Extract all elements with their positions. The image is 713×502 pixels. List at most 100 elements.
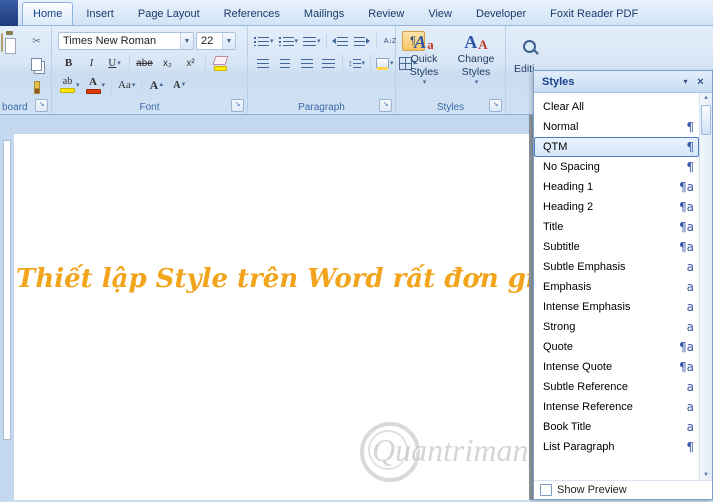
- style-item-normal[interactable]: Normal ¶: [534, 117, 699, 137]
- style-item-no-spacing[interactable]: No Spacing ¶: [534, 157, 699, 177]
- align-right-icon: [300, 58, 313, 68]
- style-item-intense-quote[interactable]: Intense Quote ¶a: [534, 357, 699, 377]
- style-item-label: Subtle Emphasis: [543, 261, 626, 273]
- office-button[interactable]: [0, 0, 18, 26]
- style-item-clear-all[interactable]: Clear All: [534, 97, 699, 117]
- style-type-icon: ¶a: [679, 200, 694, 214]
- tab-insert[interactable]: Insert: [75, 2, 125, 25]
- line-spacing-button[interactable]: ↕ ▾: [346, 54, 367, 72]
- justify-button[interactable]: [318, 54, 339, 72]
- shading-button[interactable]: ▾: [374, 54, 396, 72]
- superscript-button[interactable]: x²: [180, 54, 201, 72]
- underline-button[interactable]: U ▾: [104, 54, 125, 72]
- dropdown-arrow-icon: ▾: [101, 82, 106, 89]
- justify-icon: [322, 58, 335, 68]
- tab-view[interactable]: View: [417, 2, 463, 25]
- paragraph-group: ▾ ▾ ▾ A↓Z ¶ ↕ ▾ ▾ ▾ Paragraph ↘: [248, 26, 425, 114]
- style-item-label: Quote: [543, 341, 573, 353]
- bullet-list-icon: [254, 36, 256, 46]
- strikethrough-button[interactable]: abe: [134, 54, 155, 72]
- style-item-qtm[interactable]: QTM ¶: [534, 137, 699, 157]
- change-styles-label: Change Styles: [457, 53, 495, 79]
- multilevel-list-button[interactable]: ▾: [301, 32, 323, 50]
- font-color-button[interactable]: A ▾: [84, 76, 108, 94]
- text-highlight-button[interactable]: ab ▾: [58, 76, 82, 94]
- scrollbar-thumb[interactable]: [701, 105, 711, 135]
- cut-button[interactable]: ✂: [26, 32, 47, 50]
- style-item-book-title[interactable]: Book Title a: [534, 417, 699, 437]
- style-type-icon: ¶: [686, 440, 694, 454]
- change-case-label: Aa: [118, 79, 131, 91]
- style-item-subtle-reference[interactable]: Subtle Reference a: [534, 377, 699, 397]
- align-left-button[interactable]: [252, 54, 273, 72]
- up-arrow-icon: ▲: [158, 82, 165, 88]
- tab-mailings[interactable]: Mailings: [293, 2, 355, 25]
- format-painter-button[interactable]: [26, 78, 47, 96]
- styles-pane-header[interactable]: Styles ▾ ×: [534, 71, 712, 93]
- style-item-label: Subtitle: [543, 241, 580, 253]
- bold-button[interactable]: B: [58, 54, 79, 72]
- quick-styles-button[interactable]: Aa Quick Styles ▾: [400, 29, 448, 95]
- sort-icon: A↓Z: [383, 37, 397, 45]
- style-type-icon: ¶a: [679, 360, 694, 374]
- font-name-combo[interactable]: Times New Roman ▼: [58, 32, 194, 50]
- scroll-down-icon[interactable]: ▼: [700, 470, 712, 480]
- shrink-font-button[interactable]: A ▼: [169, 76, 190, 94]
- style-item-label: List Paragraph: [543, 441, 615, 453]
- font-name-value: Times New Roman: [63, 35, 157, 47]
- highlight-color-bar: [60, 88, 75, 93]
- show-preview-checkbox[interactable]: [540, 484, 552, 496]
- copy-button[interactable]: [26, 55, 47, 73]
- style-type-icon: ¶a: [679, 340, 694, 354]
- quick-styles-icon: Aa: [414, 31, 434, 52]
- change-styles-button[interactable]: AA Change Styles ▾: [452, 29, 500, 95]
- style-item-emphasis[interactable]: Emphasis a: [534, 277, 699, 297]
- styles-pane-title: Styles: [542, 75, 575, 88]
- tab-developer[interactable]: Developer: [465, 2, 537, 25]
- subscript-button[interactable]: x₂: [157, 54, 178, 72]
- numbering-button[interactable]: ▾: [277, 32, 301, 50]
- italic-button[interactable]: I: [81, 54, 102, 72]
- bullets-button[interactable]: ▾: [252, 32, 276, 50]
- style-item-list-paragraph[interactable]: List Paragraph ¶: [534, 437, 699, 457]
- font-size-combo[interactable]: 22 ▼: [196, 32, 236, 50]
- pane-menu-arrow-icon[interactable]: ▾: [678, 74, 693, 89]
- paragraph-dialog-launcher[interactable]: ↘: [379, 99, 392, 112]
- document-page[interactable]: Thiết lập Style trên Word rất đơn giản Q…: [14, 134, 572, 500]
- pane-close-icon[interactable]: ×: [693, 74, 708, 89]
- style-item-strong[interactable]: Strong a: [534, 317, 699, 337]
- style-item-heading-1[interactable]: Heading 1 ¶a: [534, 177, 699, 197]
- tab-home[interactable]: Home: [22, 2, 74, 25]
- style-item-quote[interactable]: Quote ¶a: [534, 337, 699, 357]
- style-item-intense-emphasis[interactable]: Intense Emphasis a: [534, 297, 699, 317]
- format-painter-icon: [33, 80, 40, 94]
- style-item-label: Subtle Reference: [543, 381, 628, 393]
- styles-list-scrollbar[interactable]: ▲ ▼: [699, 93, 712, 480]
- decrease-indent-button[interactable]: [330, 32, 351, 50]
- style-type-icon: ¶: [686, 120, 694, 134]
- tab-review[interactable]: Review: [357, 2, 415, 25]
- styles-dialog-launcher[interactable]: ↘: [489, 99, 502, 112]
- styles-group: Aa Quick Styles ▾ AA Change Styles ▾ Sty…: [396, 26, 506, 114]
- style-item-subtitle[interactable]: Subtitle ¶a: [534, 237, 699, 257]
- increase-indent-button[interactable]: [352, 32, 373, 50]
- style-item-title[interactable]: Title ¶a: [534, 217, 699, 237]
- scroll-up-icon[interactable]: ▲: [700, 93, 712, 103]
- tab-references[interactable]: References: [213, 2, 291, 25]
- align-center-button[interactable]: [274, 54, 295, 72]
- style-type-icon: ¶a: [679, 220, 694, 234]
- tab-page-layout[interactable]: Page Layout: [127, 2, 211, 25]
- font-dialog-launcher[interactable]: ↘: [231, 99, 244, 112]
- clear-formatting-button[interactable]: [210, 54, 231, 72]
- clipboard-dialog-launcher[interactable]: ↘: [35, 99, 48, 112]
- paragraph-group-label: Paragraph: [298, 102, 345, 113]
- font-color-label: A: [89, 75, 97, 88]
- style-item-intense-reference[interactable]: Intense Reference a: [534, 397, 699, 417]
- tab-foxit-reader-pdf[interactable]: Foxit Reader PDF: [539, 2, 649, 25]
- style-item-heading-2[interactable]: Heading 2 ¶a: [534, 197, 699, 217]
- grow-font-button[interactable]: A ▲: [146, 76, 167, 94]
- style-item-subtle-emphasis[interactable]: Subtle Emphasis a: [534, 257, 699, 277]
- align-right-button[interactable]: [296, 54, 317, 72]
- change-case-button[interactable]: Aa ▾: [116, 76, 137, 94]
- paste-button[interactable]: [1, 33, 3, 52]
